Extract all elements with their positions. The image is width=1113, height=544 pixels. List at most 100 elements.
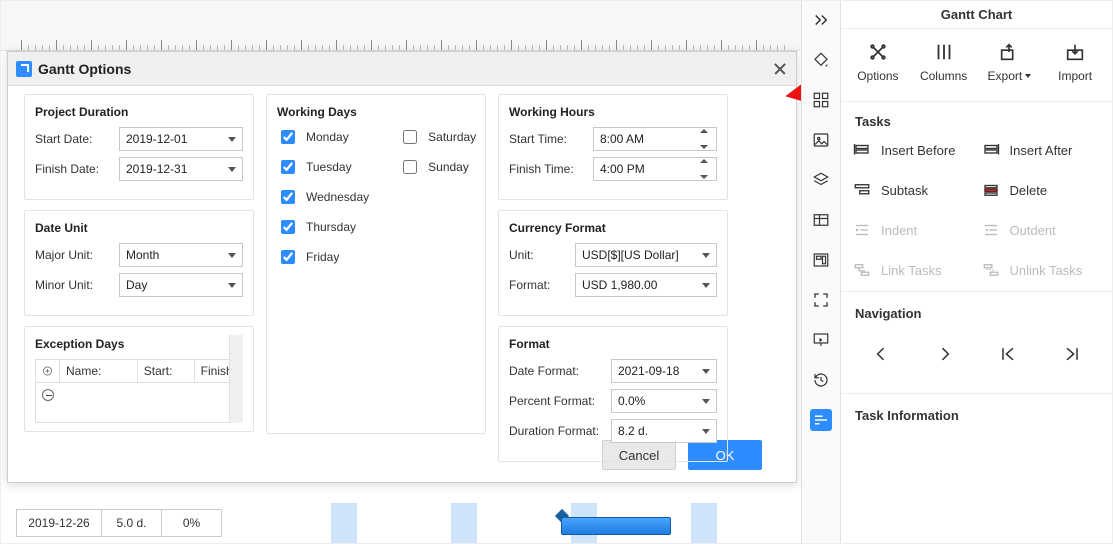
nav-first-button[interactable]: [994, 343, 1022, 365]
date-format-label: Date Format:: [509, 364, 605, 378]
remove-exception-button[interactable]: [42, 389, 54, 401]
start-time-value: 8:00 AM: [600, 132, 644, 146]
currency-format-title: Currency Format: [509, 221, 717, 235]
saturday-checkbox[interactable]: Saturday: [399, 127, 476, 147]
navigation-section-title: Navigation: [841, 294, 1112, 329]
subtask-button[interactable]: Subtask: [851, 177, 974, 203]
page-layout-icon[interactable]: [810, 249, 832, 271]
link-tasks-button: Link Tasks: [851, 257, 974, 283]
outdent-button: Outdent: [980, 217, 1103, 243]
percent-format-field[interactable]: 0.0%: [611, 389, 717, 413]
start-time-label: Start Time:: [509, 132, 587, 146]
fullscreen-icon[interactable]: [810, 289, 832, 311]
currency-unit-field[interactable]: USD[$][US Dollar]: [575, 243, 717, 267]
options-button[interactable]: Options: [848, 41, 908, 83]
start-date-field[interactable]: 2019-12-01: [119, 127, 243, 151]
sunday-checkbox[interactable]: Sunday: [399, 157, 476, 177]
monday-checkbox[interactable]: Monday: [277, 127, 369, 147]
start-time-field[interactable]: 8:00 AM: [593, 127, 717, 151]
gantt-chart-panel: Gantt Chart Options Columns Export Impor…: [841, 1, 1112, 543]
collapse-panel-icon[interactable]: [810, 9, 832, 31]
delete-button[interactable]: Delete: [980, 177, 1103, 203]
exception-scrollbar[interactable]: [229, 335, 243, 423]
insert-before-button[interactable]: Insert Before: [851, 137, 974, 163]
exception-table-body: [35, 383, 243, 423]
task-information-section-title: Task Information: [841, 396, 1112, 431]
finish-time-field[interactable]: 4:00 PM: [593, 157, 717, 181]
exception-col-name: Name:: [60, 360, 138, 382]
fill-icon[interactable]: [810, 49, 832, 71]
bg-duration-cell: 5.0 d.: [102, 509, 162, 537]
nav-next-button[interactable]: [931, 343, 959, 365]
wednesday-checkbox[interactable]: Wednesday: [277, 187, 369, 207]
date-unit-group: Date Unit Major Unit: Month Minor Unit: …: [24, 210, 254, 316]
date-format-value: 2021-09-18: [618, 364, 679, 378]
friday-checkbox[interactable]: Friday: [277, 247, 369, 267]
finish-time-value: 4:00 PM: [600, 162, 645, 176]
table-icon[interactable]: [810, 209, 832, 231]
presentation-icon[interactable]: [810, 329, 832, 351]
currency-format-label: Format:: [509, 278, 569, 292]
insert-after-button[interactable]: Insert After: [980, 137, 1103, 163]
duration-format-value: 8.2 d.: [618, 424, 648, 438]
nav-last-button[interactable]: [1058, 343, 1086, 365]
ruler: 1001101201301401501601701801902002102202…: [1, 1, 801, 51]
duration-format-field[interactable]: 8.2 d.: [611, 419, 717, 443]
side-icon-toolbar: [801, 1, 841, 543]
nav-prev-button[interactable]: [867, 343, 895, 365]
minor-unit-field[interactable]: Day: [119, 273, 243, 297]
chevron-down-icon: [702, 369, 710, 374]
grid-icon[interactable]: [810, 89, 832, 111]
chevron-down-icon: [228, 283, 236, 288]
tuesday-checkbox[interactable]: Tuesday: [277, 157, 369, 177]
duration-format-label: Duration Format:: [509, 424, 605, 438]
export-button[interactable]: Export: [979, 41, 1039, 83]
app-logo-icon: [16, 61, 32, 77]
unlink-tasks-button: Unlink Tasks: [980, 257, 1103, 283]
major-unit-label: Major Unit:: [35, 248, 113, 262]
minor-unit-value: Day: [126, 278, 147, 292]
project-duration-title: Project Duration: [35, 105, 243, 119]
start-date-label: Start Date:: [35, 132, 113, 146]
finish-date-label: Finish Date:: [35, 162, 113, 176]
close-icon[interactable]: [772, 61, 788, 77]
major-unit-field[interactable]: Month: [119, 243, 243, 267]
currency-unit-value: USD[$][US Dollar]: [582, 248, 679, 262]
chevron-down-icon: [702, 253, 710, 258]
currency-format-value: USD 1,980.00: [582, 278, 657, 292]
chevron-down-icon: [228, 253, 236, 258]
currency-format-field[interactable]: USD 1,980.00: [575, 273, 717, 297]
chevron-down-icon: [228, 167, 236, 172]
finish-date-value: 2019-12-31: [126, 162, 187, 176]
major-unit-value: Month: [126, 248, 159, 262]
date-format-field[interactable]: 2021-09-18: [611, 359, 717, 383]
percent-format-value: 0.0%: [618, 394, 645, 408]
exception-days-title: Exception Days: [35, 337, 243, 351]
finish-date-field[interactable]: 2019-12-31: [119, 157, 243, 181]
chevron-down-icon: [228, 137, 236, 142]
dialog-header: Gantt Options: [8, 52, 796, 86]
indent-button: Indent: [851, 217, 974, 243]
working-days-group: Working Days Monday Tuesday Wednesday Th…: [266, 94, 486, 434]
date-unit-title: Date Unit: [35, 221, 243, 235]
chevron-down-icon: [702, 283, 710, 288]
panel-title: Gantt Chart: [841, 1, 1112, 29]
add-exception-button[interactable]: [36, 360, 60, 382]
layers-icon[interactable]: [810, 169, 832, 191]
gantt-panel-icon[interactable]: [810, 409, 832, 431]
gantt-bars-strip: [271, 503, 796, 543]
format-group: Format Date Format: 2021-09-18 Percent F…: [498, 326, 728, 462]
bg-percent-cell: 0%: [162, 509, 222, 537]
currency-unit-label: Unit:: [509, 248, 569, 262]
gantt-options-dialog: Gantt Options Project Duration Start Dat…: [7, 51, 797, 483]
start-date-value: 2019-12-01: [126, 132, 187, 146]
image-icon[interactable]: [810, 129, 832, 151]
exception-table-header: Name: Start: Finish:: [35, 359, 243, 383]
currency-format-group: Currency Format Unit: USD[$][US Dollar] …: [498, 210, 728, 316]
history-icon[interactable]: [810, 369, 832, 391]
import-button[interactable]: Import: [1045, 41, 1105, 83]
exception-col-start: Start:: [138, 360, 195, 382]
dialog-title: Gantt Options: [38, 61, 131, 77]
columns-button[interactable]: Columns: [914, 41, 974, 83]
thursday-checkbox[interactable]: Thursday: [277, 217, 369, 237]
